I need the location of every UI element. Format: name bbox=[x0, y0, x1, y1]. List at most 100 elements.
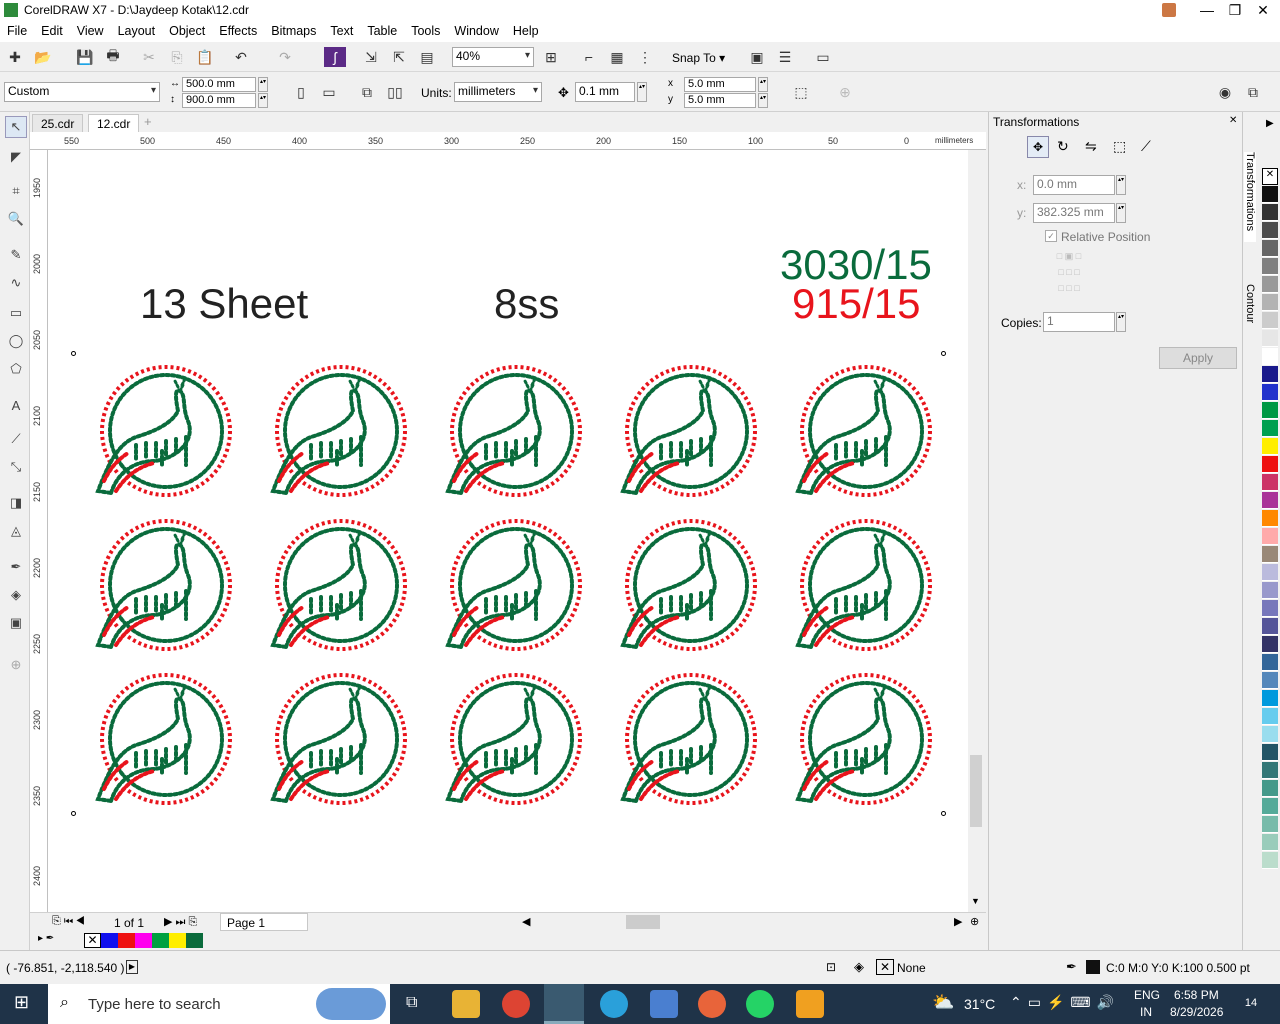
palette-swatch[interactable] bbox=[1262, 276, 1278, 293]
show-grid-icon[interactable]: ▦ bbox=[606, 47, 628, 67]
clock-date[interactable]: 8/29/2026 bbox=[1170, 1005, 1223, 1019]
palette-swatch[interactable] bbox=[1262, 438, 1278, 455]
corel-connect-icon[interactable]: ◉ bbox=[1214, 82, 1236, 102]
vertical-ruler[interactable]: 1950 2000 2050 2100 2150 2200 2250 2300 … bbox=[30, 150, 48, 912]
current-page-icon[interactable]: ▯▯ bbox=[384, 82, 406, 102]
palette-swatch[interactable] bbox=[1262, 456, 1278, 473]
menu-layout[interactable]: Layout bbox=[111, 21, 163, 38]
bitmap-trace-icon[interactable]: ⧉ bbox=[1242, 82, 1264, 102]
page-next-icon[interactable]: ▶ ⏭ ⎘ bbox=[164, 915, 197, 929]
dark-green-swatch[interactable] bbox=[186, 933, 203, 948]
palette-swatch[interactable] bbox=[1262, 510, 1278, 527]
relative-position-checkbox[interactable]: ✓ bbox=[1045, 230, 1057, 242]
close-button[interactable]: ✕ bbox=[1246, 0, 1280, 21]
menu-file[interactable]: File bbox=[0, 21, 34, 38]
palette-swatch[interactable] bbox=[1262, 348, 1278, 365]
palette-swatch[interactable] bbox=[1262, 546, 1278, 563]
anchor-point-grid[interactable]: □ ▣ □ □ □ □ □ □ □ bbox=[1045, 248, 1093, 294]
show-rulers-icon[interactable]: ⌐ bbox=[578, 47, 600, 67]
nudge-distance-input[interactable]: 0.1 mm bbox=[575, 82, 635, 102]
peacock-motif[interactable] bbox=[96, 673, 232, 805]
scroll-down-icon[interactable]: ▼ bbox=[971, 896, 980, 906]
duplicate-y-spinner[interactable]: ▴▾ bbox=[758, 93, 768, 108]
palette-swatch[interactable] bbox=[1262, 690, 1278, 707]
fill-icon[interactable]: ◈ bbox=[854, 959, 864, 975]
page-tab-1[interactable]: Page 1 bbox=[220, 913, 308, 931]
vertical-scroll-thumb[interactable] bbox=[970, 755, 982, 827]
palette-swatch[interactable] bbox=[1262, 240, 1278, 257]
telegram-icon[interactable] bbox=[600, 990, 628, 1018]
transparency-tool-icon[interactable]: ◬ bbox=[5, 520, 27, 542]
selection-handle[interactable] bbox=[941, 811, 946, 816]
horizontal-ruler[interactable]: 550 500 450 400 350 300 250 200 150 100 … bbox=[30, 132, 986, 150]
palette-swatch[interactable] bbox=[1262, 852, 1278, 869]
rotate-transform-icon[interactable]: ↻ bbox=[1057, 138, 1069, 155]
tab-transformations[interactable]: Transformations bbox=[1244, 152, 1256, 242]
palette-swatch[interactable] bbox=[1262, 708, 1278, 725]
no-color-swatch[interactable]: ✕ bbox=[1262, 168, 1278, 185]
document-color-settings-icon[interactable]: ⊡ bbox=[826, 960, 836, 974]
scroll-left-icon[interactable]: ◀ bbox=[522, 915, 530, 928]
export-icon[interactable]: ⇱ bbox=[388, 47, 410, 67]
menu-help[interactable]: Help bbox=[506, 21, 546, 38]
position-transform-icon[interactable]: ✥ bbox=[1027, 136, 1049, 158]
palette-swatch[interactable] bbox=[1262, 636, 1278, 653]
new-tab-icon[interactable]: + bbox=[144, 114, 152, 129]
palette-swatch[interactable] bbox=[1262, 312, 1278, 329]
add-tool-icon[interactable]: ⊕ bbox=[5, 654, 27, 676]
copies-spinner[interactable]: ▴▾ bbox=[1116, 312, 1126, 332]
selection-handle[interactable] bbox=[71, 351, 76, 356]
palette-swatch[interactable] bbox=[1262, 420, 1278, 437]
app-icon[interactable] bbox=[650, 990, 678, 1018]
menu-text[interactable]: Text bbox=[323, 21, 360, 38]
x-position-spinner[interactable]: ▴▾ bbox=[1116, 175, 1126, 195]
outline-color-swatch[interactable] bbox=[1086, 960, 1100, 974]
magenta-swatch[interactable] bbox=[135, 933, 152, 948]
zoom-tool-icon[interactable]: 🔍 bbox=[5, 208, 27, 230]
palette-swatch[interactable] bbox=[1262, 384, 1278, 401]
menu-edit[interactable]: Edit bbox=[34, 21, 70, 38]
copies-input[interactable]: 1 bbox=[1043, 312, 1115, 332]
peacock-motif[interactable] bbox=[796, 673, 932, 805]
palette-scroll-up-icon[interactable]: ▶ bbox=[1266, 118, 1274, 129]
menu-bitmaps[interactable]: Bitmaps bbox=[264, 21, 323, 38]
palette-swatch[interactable] bbox=[1262, 474, 1278, 491]
peacock-motif[interactable] bbox=[446, 673, 582, 805]
no-fill-swatch[interactable]: ✕ bbox=[876, 959, 894, 975]
palette-swatch[interactable] bbox=[1262, 726, 1278, 743]
tab-12-cdr[interactable]: 12.cdr bbox=[88, 114, 140, 132]
print-icon[interactable]: 🖶 bbox=[102, 47, 124, 67]
menu-object[interactable]: Object bbox=[162, 21, 212, 38]
treat-as-filled-icon[interactable]: ⬚ bbox=[790, 82, 812, 102]
palette-swatch[interactable] bbox=[1262, 402, 1278, 419]
taskbar-search-box[interactable]: ⌕ Type here to search bbox=[48, 984, 390, 1024]
palette-swatch[interactable] bbox=[1262, 744, 1278, 761]
yellow-swatch[interactable] bbox=[169, 933, 186, 948]
application-launcher-icon[interactable]: ☰ bbox=[774, 47, 796, 67]
docker-close-icon[interactable]: ✕ bbox=[1229, 115, 1237, 126]
y-position-spinner[interactable]: ▴▾ bbox=[1116, 203, 1126, 223]
connector-tool-icon[interactable]: ⤡ bbox=[5, 456, 27, 478]
save-icon[interactable]: 💾 bbox=[74, 47, 96, 67]
palette-swatch[interactable] bbox=[1262, 798, 1278, 815]
palette-swatch[interactable] bbox=[1262, 618, 1278, 635]
smart-fill-tool-icon[interactable]: ▣ bbox=[5, 612, 27, 634]
palette-swatch[interactable] bbox=[1262, 258, 1278, 275]
peacock-motif[interactable] bbox=[621, 519, 757, 651]
sheet-count-text[interactable]: 13 Sheet bbox=[140, 280, 308, 328]
peacock-motif[interactable] bbox=[621, 673, 757, 805]
peacock-motif[interactable] bbox=[271, 519, 407, 651]
firefox-icon[interactable] bbox=[698, 990, 726, 1018]
snap-to-dropdown[interactable]: Snap To ▾ bbox=[672, 51, 725, 65]
file-explorer-icon[interactable] bbox=[452, 990, 480, 1018]
peacock-motif[interactable] bbox=[96, 365, 232, 497]
artistic-media-tool-icon[interactable]: ∿ bbox=[5, 272, 27, 294]
drop-shadow-tool-icon[interactable]: ◨ bbox=[5, 492, 27, 514]
options-icon[interactable]: ▣ bbox=[746, 47, 768, 67]
language-secondary[interactable]: IN bbox=[1140, 1005, 1152, 1019]
peacock-motif[interactable] bbox=[796, 519, 932, 651]
landscape-icon[interactable]: ▭ bbox=[318, 82, 340, 102]
task-view-icon[interactable]: ⧉ bbox=[406, 994, 417, 1012]
stone-size-text[interactable]: 8ss bbox=[494, 280, 559, 328]
nudge-distance-spinner[interactable]: ▴▾ bbox=[637, 82, 647, 102]
